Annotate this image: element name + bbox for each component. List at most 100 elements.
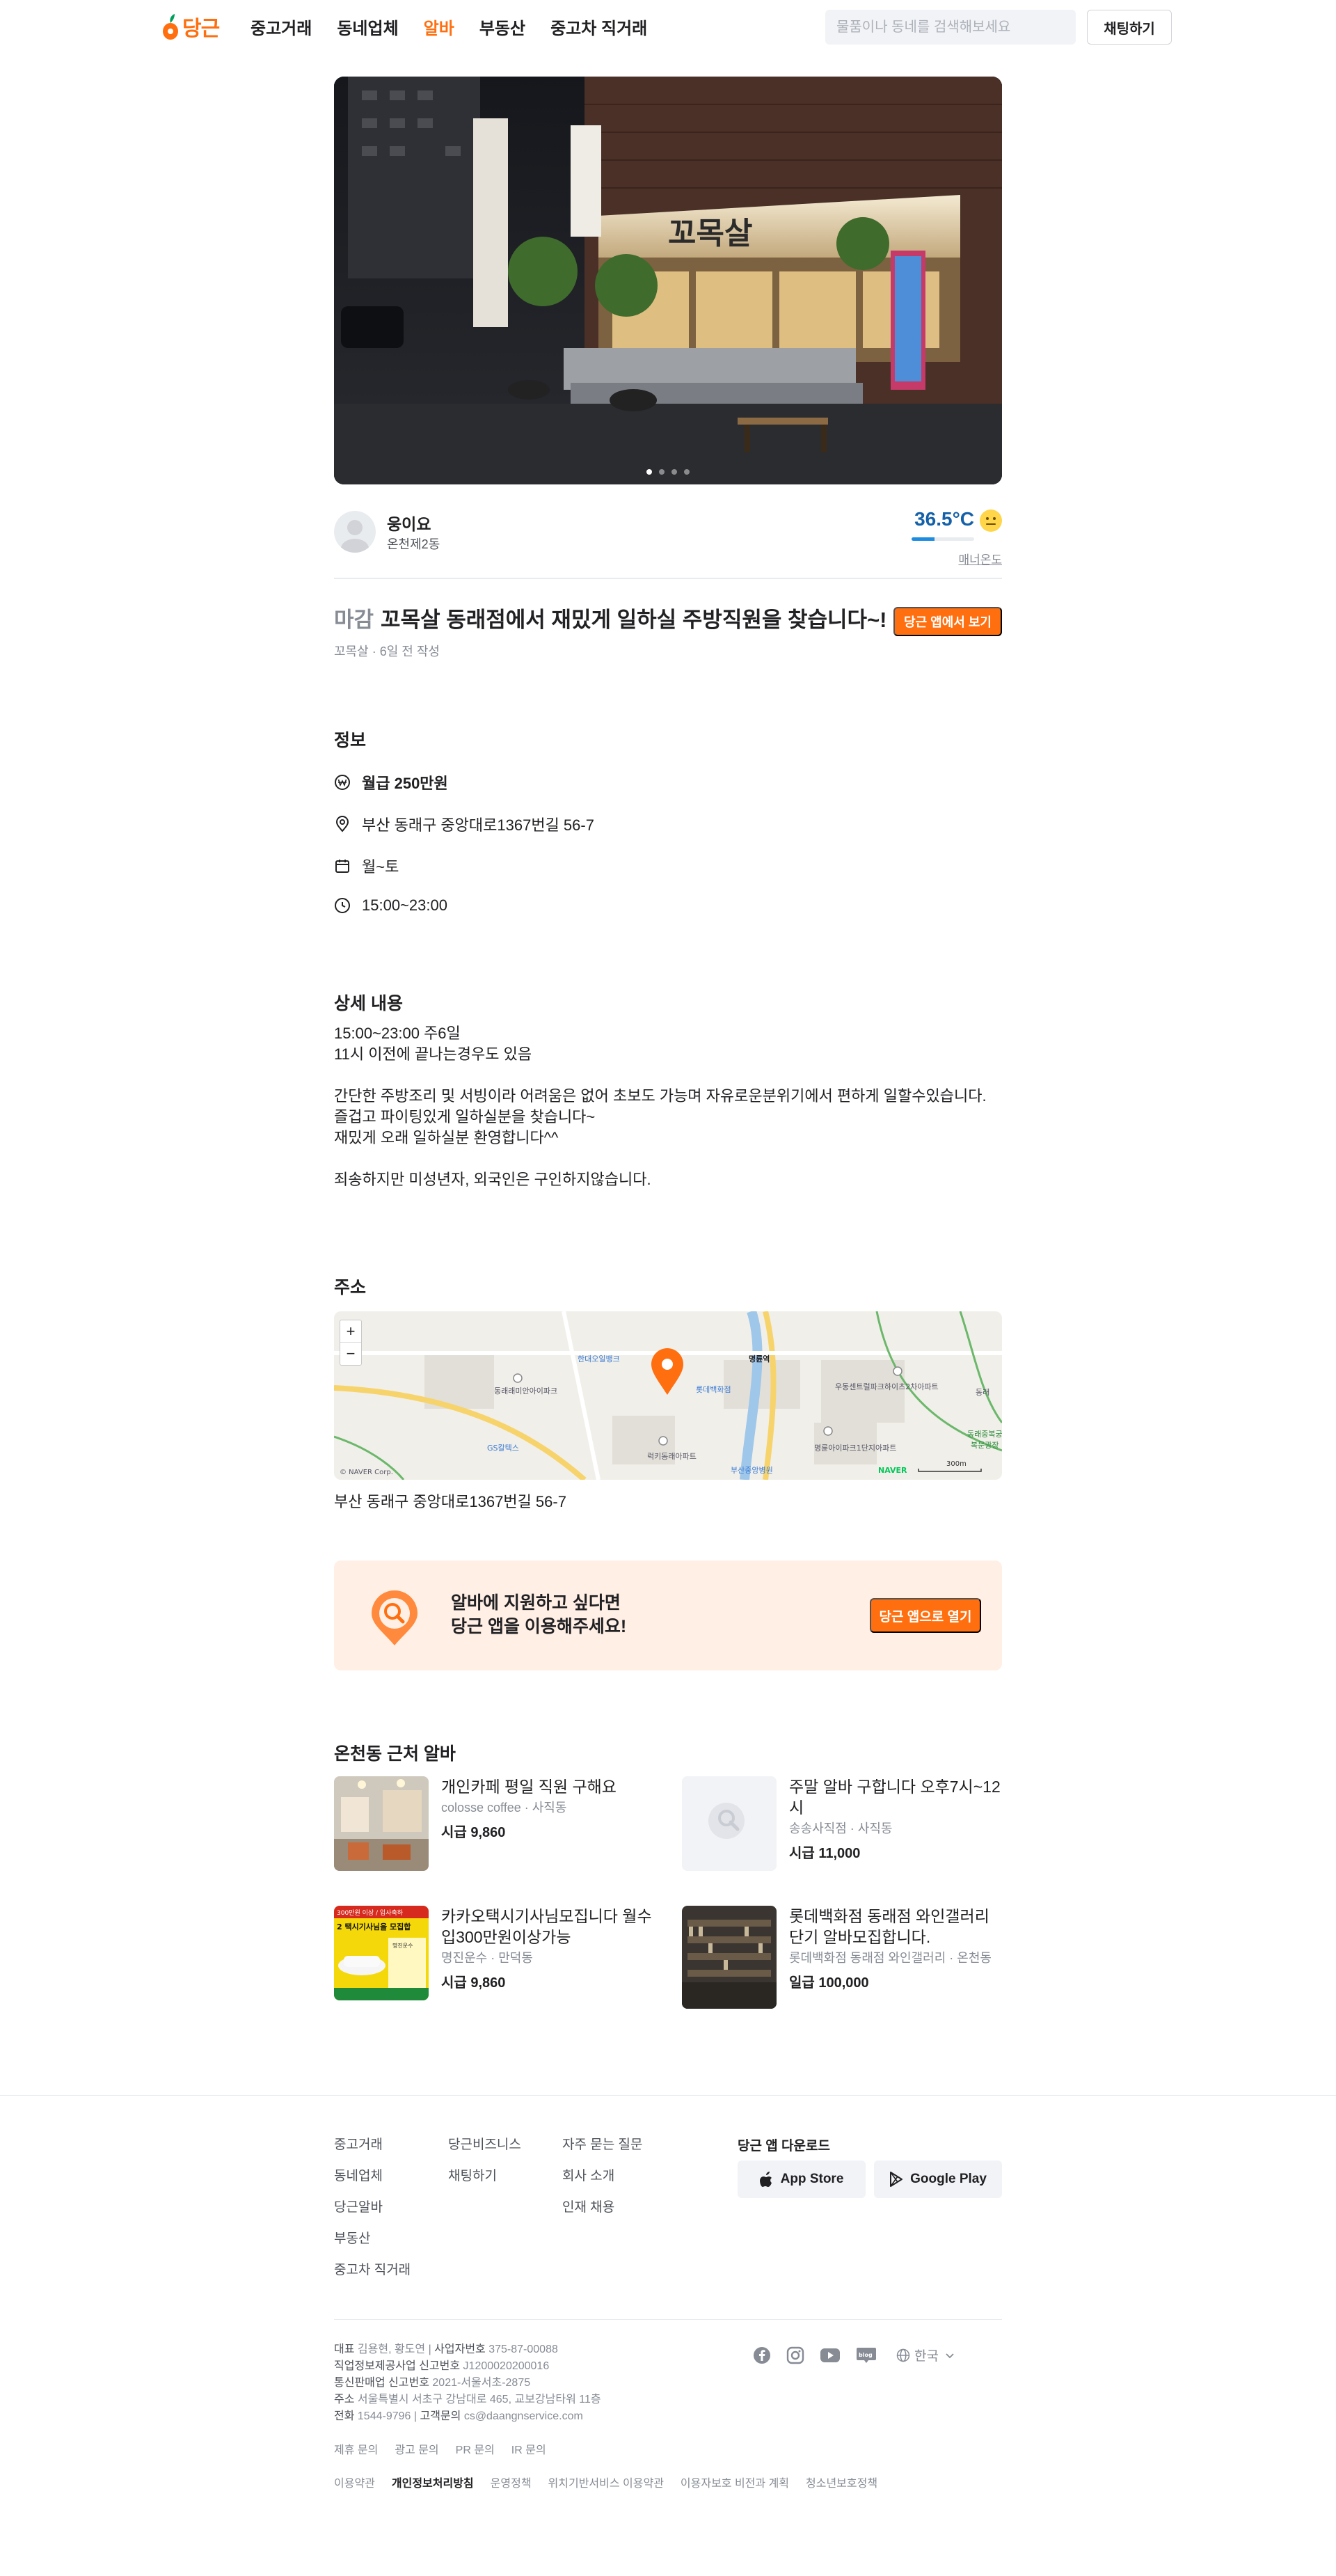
job-pay: 시급 9,860 (441, 1975, 506, 1991)
job-title: 카카오택시기사님모집니다 월수입300만원이상가능 (441, 1907, 652, 1946)
carousel-dot[interactable] (671, 469, 677, 475)
open-app-button[interactable]: 당근 앱으로 열기 (870, 1598, 981, 1633)
policy-link[interactable]: 이용약관 (334, 2474, 375, 2490)
footer-link[interactable]: 회사 소개 (562, 2165, 642, 2183)
google-play-label: Google Play (910, 2172, 987, 2186)
nearby-section-title: 온천동 근처 알바 (334, 1744, 456, 1764)
search-box (825, 10, 1076, 45)
job-pay: 시급 9,860 (441, 1825, 506, 1840)
footer-link[interactable]: 부동산 (334, 2228, 411, 2246)
manner-bar (912, 537, 974, 541)
footer-link[interactable]: 당근알바 (334, 2197, 411, 2215)
job-meta: 명진운수 · 만덕동 (441, 1951, 533, 1965)
carrot-logo-icon (163, 14, 178, 40)
carousel-dot[interactable] (646, 469, 652, 475)
carousel-dots (334, 469, 1002, 475)
footer-link[interactable]: 동네업체 (334, 2165, 411, 2183)
corp-value: 2021-서울서초-2875 (432, 2377, 531, 2389)
corp-key: 고객문의 (420, 2410, 461, 2422)
inquiry-link[interactable]: 제휴 문의 (334, 2440, 378, 2457)
policy-link[interactable]: 위치기반서비스 이용약관 (548, 2474, 664, 2490)
google-play-icon (890, 2172, 903, 2187)
cta-line-1: 알바에 지원하고 싶다면 (451, 1593, 621, 1613)
job-pay: 일급 100,000 (789, 1975, 869, 1991)
store-name[interactable]: 꼬목살 (334, 645, 369, 658)
blog-icon-text: blog (859, 2352, 873, 2358)
footer-link[interactable]: 자주 묻는 질문 (562, 2134, 642, 2152)
app-download-title: 당근 앱 다운로드 (738, 2139, 830, 2154)
cta-line-2: 당근 앱을 이용해주세요! (451, 1617, 627, 1636)
job-thumbnail-placeholder (682, 1776, 777, 1871)
job-meta: 송송사직점 · 사직동 (789, 1822, 893, 1835)
placeholder-search-icon (682, 1776, 777, 1871)
nav-used-goods[interactable]: 중고거래 (250, 15, 312, 39)
policy-link[interactable]: 이용자보호 비전과 계획 (681, 2474, 789, 2490)
manner-bar-fill (912, 537, 935, 541)
detail-body: 15:00~23:00 주6일 11시 이전에 끝나는경우도 있음 간단한 주방… (334, 1025, 987, 1188)
policy-link[interactable]: 운영정책 (491, 2474, 532, 2490)
footer-link[interactable]: 중고거래 (334, 2134, 411, 2152)
calendar-icon (334, 858, 351, 874)
chevron-down-icon (946, 2353, 954, 2358)
instagram-icon[interactable] (786, 2346, 804, 2364)
logo[interactable]: 당근 (161, 10, 220, 43)
globe-icon (896, 2348, 910, 2362)
google-play-button[interactable]: Google Play (874, 2160, 1002, 2198)
corp-key: 주소 (334, 2394, 355, 2405)
carousel-dot[interactable] (684, 469, 690, 475)
app-store-button[interactable]: App Store (738, 2160, 866, 2198)
map-label: 동래 (976, 1388, 989, 1397)
map-label: 부산중앙병원 (731, 1466, 773, 1475)
corp-email[interactable]: cs@daangnservice.com (464, 2410, 583, 2422)
footer-column-business: 당근비즈니스 채팅하기 (448, 2134, 521, 2197)
privacy-policy-link[interactable]: 개인정보처리방침 (392, 2474, 474, 2490)
inquiry-link[interactable]: IR 문의 (511, 2440, 546, 2457)
nav-real-estate[interactable]: 부동산 (479, 15, 525, 39)
language-select[interactable]: 한국 (896, 2346, 957, 2364)
zoom-in-button[interactable]: + (340, 1320, 361, 1343)
footer-link[interactable]: 인재 채용 (562, 2197, 642, 2215)
job-meta: 롯데백화점 동래점 와인갤러리 · 온천동 (789, 1951, 992, 1965)
youtube-icon[interactable] (820, 2347, 841, 2364)
map-label: 럭키동래아파트 (647, 1452, 697, 1461)
footer-link[interactable]: 중고차 직거래 (334, 2259, 411, 2277)
map-label: 명륜아이파크1단지아파트 (814, 1444, 896, 1453)
corp-value: 서울특별시 서초구 강남대로 465, 교보강남타워 11층 (357, 2394, 601, 2405)
post-header: 마감 꼬목살 동래점에서 재밌게 일하실 주방직원을 찾습니다~! 꼬목살 · 6… (334, 606, 1002, 660)
chat-button[interactable]: 채팅하기 (1087, 10, 1172, 45)
manner-label[interactable]: 매너온도 (958, 550, 1002, 567)
footer-link[interactable]: 채팅하기 (448, 2165, 521, 2183)
job-meta: colosse coffee · 사직동 (441, 1801, 567, 1815)
thumb-text: 300만원 이상 / 입사축하 (337, 1909, 404, 1917)
blog-icon[interactable]: blog (856, 2346, 877, 2364)
nickname[interactable]: 웅이요 (387, 511, 431, 535)
days-text: 월~토 (362, 858, 399, 876)
job-pay: 시급 11,000 (789, 1846, 861, 1861)
search-input[interactable] (836, 19, 1065, 35)
nav-used-cars[interactable]: 중고차 직거래 (550, 15, 647, 39)
location-map[interactable]: 한대오일뱅크 명륜역 롯데백화점 동래래미안아이파크 우동센트럴파크하이츠2차아… (334, 1311, 1002, 1480)
status-badge: 마감 (334, 608, 374, 632)
policy-link[interactable]: 청소년보호정책 (806, 2474, 877, 2490)
photo-carousel[interactable]: 꼬목살 (334, 77, 1002, 484)
inquiry-link[interactable]: PR 문의 (456, 2440, 495, 2457)
avatar[interactable] (334, 511, 376, 553)
corp-key: 통신판매업 신고번호 (334, 2377, 429, 2389)
view-in-app-button[interactable]: 당근 앱에서 보기 (893, 607, 1002, 636)
store-photo: 꼬목살 (334, 77, 1002, 484)
won-icon (334, 774, 351, 791)
hours-text: 15:00~23:00 (362, 896, 447, 914)
job-info: 카카오택시기사님모집니다 월수입300만원이상가능 명진운수 · 만덕동 시급 … (441, 1906, 654, 1991)
corp-value: 김용현, 황도연 (357, 2344, 426, 2355)
clock-icon (334, 897, 351, 914)
company-info: 대표 김용현, 황도연 | 사업자번호 375-87-00088 직업정보제공사… (334, 2341, 601, 2425)
carousel-dot[interactable] (659, 469, 665, 475)
zoom-out-button[interactable]: − (340, 1343, 361, 1365)
nav-local-business[interactable]: 동네업체 (337, 15, 398, 39)
inquiry-link[interactable]: 광고 문의 (395, 2440, 438, 2457)
post-title: 마감 꼬목살 동래점에서 재밌게 일하실 주방직원을 찾습니다~! (334, 606, 891, 635)
nav-jobs[interactable]: 알바 (424, 15, 454, 39)
footer-link[interactable]: 당근비즈니스 (448, 2134, 521, 2152)
apple-icon (759, 2172, 772, 2187)
facebook-icon[interactable] (753, 2346, 771, 2364)
